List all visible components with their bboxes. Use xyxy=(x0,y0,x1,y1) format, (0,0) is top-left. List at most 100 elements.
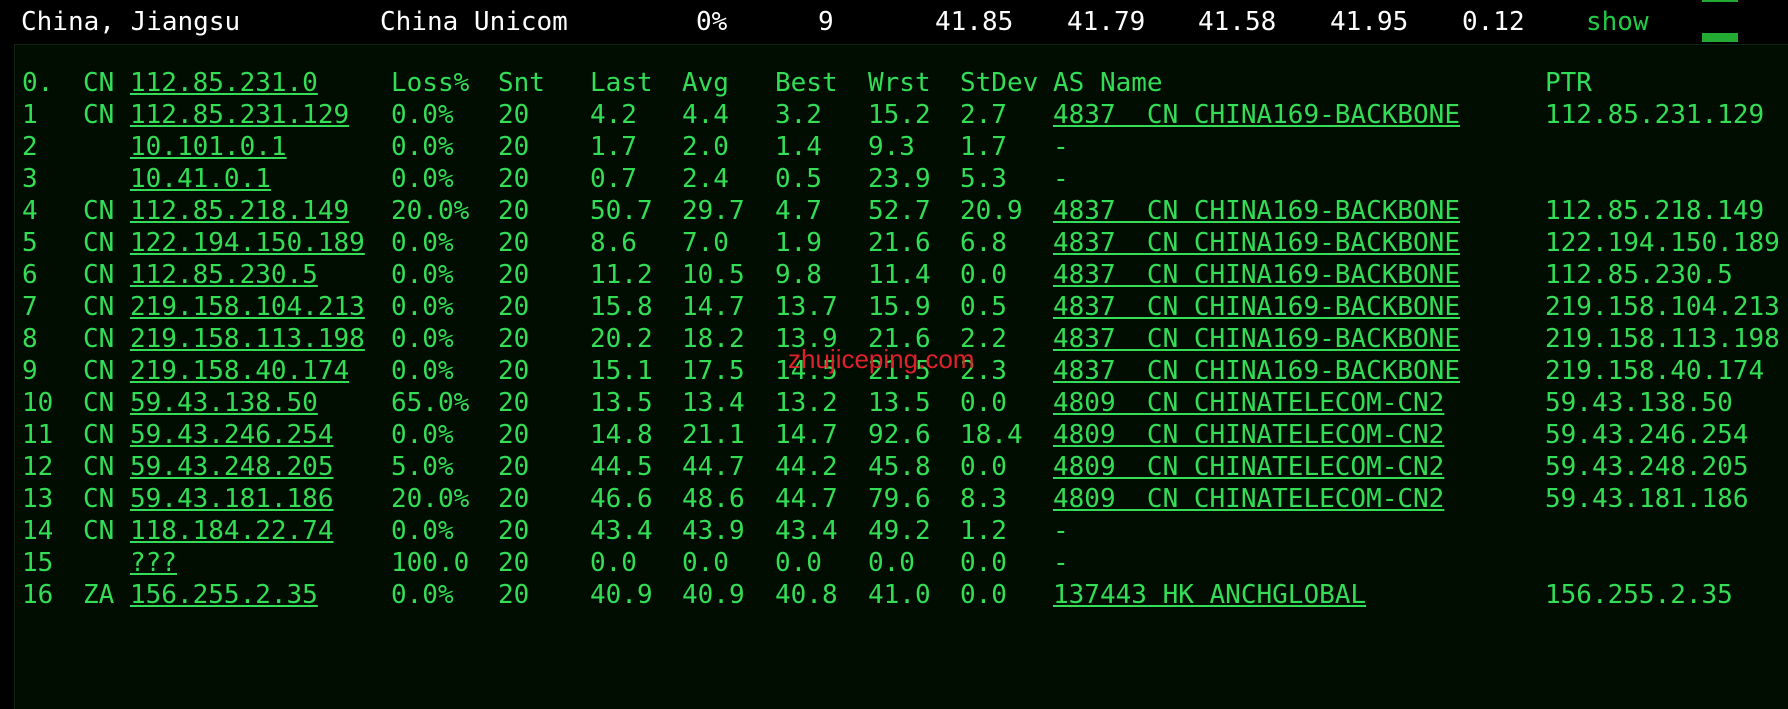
stdev-ms: 2.2 xyxy=(960,324,1007,354)
ptr-record: 112.85.218.149 xyxy=(1545,196,1765,226)
country-code: CN xyxy=(83,356,115,386)
hop-number: 6 xyxy=(22,260,38,290)
loss-percent: 0.0% xyxy=(391,580,454,610)
as-name[interactable]: 4837 CN CHINA169-BACKBONE xyxy=(1053,97,1460,133)
hop-number: 16 xyxy=(22,580,54,610)
as-name[interactable]: 4809 CN CHINATELECOM-CN2 xyxy=(1053,449,1444,485)
last-ms: 8.6 xyxy=(590,228,637,258)
host-link[interactable]: 219.158.104.213 xyxy=(130,289,365,325)
as-name[interactable]: 4837 CN CHINA169-BACKBONE xyxy=(1053,193,1460,229)
host-link[interactable]: 118.184.22.74 xyxy=(130,513,334,549)
host-link[interactable]: 112.85.218.149 xyxy=(130,193,349,229)
as-name[interactable]: 4809 CN CHINATELECOM-CN2 xyxy=(1053,417,1444,453)
sent-count: 20 xyxy=(498,548,530,578)
as-name[interactable]: 4837 CN CHINA169-BACKBONE xyxy=(1053,353,1460,389)
host-link[interactable]: 219.158.40.174 xyxy=(130,353,349,389)
stdev-ms: 2.3 xyxy=(960,356,1007,386)
host-link[interactable]: 10.41.0.1 xyxy=(130,161,271,197)
sent-count: 20 xyxy=(498,356,530,386)
stdev-ms: 5.3 xyxy=(960,164,1007,194)
as-name[interactable]: 4809 CN CHINATELECOM-CN2 xyxy=(1053,385,1444,421)
host-link[interactable]: 156.255.2.35 xyxy=(130,577,318,613)
stdev-ms: 20.9 xyxy=(960,196,1023,226)
mtr-terminal: 0. CN 112.85.231.0 Loss% Snt Last Avg Be… xyxy=(14,44,1788,709)
avg-ms: 13.4 xyxy=(682,388,745,418)
hop-row: 12 CN 59.43.248.205 5.0% 20 44.5 44.7 44.2 45.8 0… xyxy=(15,449,1788,485)
as-name[interactable]: 137443 HK ANCHGLOBAL xyxy=(1053,577,1366,613)
avg-ms: 44.7 xyxy=(682,452,745,482)
stdev-ms: 0.0 xyxy=(960,548,1007,578)
stdev-ms: 0.0 xyxy=(960,580,1007,610)
summary-location: China, Jiangsu xyxy=(21,7,241,37)
host-link[interactable]: 112.85.231.129 xyxy=(130,97,349,133)
col-loss: Loss% xyxy=(391,68,470,98)
hop-row: 11 CN 59.43.246.254 0.0% 20 14.8 21.1 14.7 92.6 1… xyxy=(15,417,1788,453)
stdev-ms: 0.0 xyxy=(960,388,1007,418)
host-link[interactable]: 59.43.181.186 xyxy=(130,481,334,517)
host-link[interactable]: 122.194.150.189 xyxy=(130,225,365,261)
as-name: - xyxy=(1053,132,1069,162)
loss-percent: 0.0% xyxy=(391,228,454,258)
loss-percent: 100.0 xyxy=(391,548,470,578)
col-cc: CN xyxy=(83,68,115,98)
country-code: CN xyxy=(83,260,115,290)
ptr-record: 112.85.231.129 xyxy=(1545,100,1765,130)
last-ms: 14.8 xyxy=(590,420,653,450)
avg-ms: 14.7 xyxy=(682,292,745,322)
hop-number: 5 xyxy=(22,228,38,258)
last-ms: 4.2 xyxy=(590,100,637,130)
stdev-ms: 0.0 xyxy=(960,260,1007,290)
hop-number: 15 xyxy=(22,548,54,578)
last-ms: 20.2 xyxy=(590,324,653,354)
country-code: CN xyxy=(83,484,115,514)
hop-number: 2 xyxy=(22,132,38,162)
host-link[interactable]: 59.43.246.254 xyxy=(130,417,334,453)
country-code: CN xyxy=(83,292,115,322)
loss-percent: 20.0% xyxy=(391,484,470,514)
hop-number: 13 xyxy=(22,484,54,514)
worst-ms: 45.8 xyxy=(868,452,931,482)
country-code: CN xyxy=(83,228,115,258)
hop-row: 16 ZA 156.255.2.35 0.0% 20 40.9 40.9 40.8 41.0 0.… xyxy=(15,577,1788,613)
best-ms: 40.8 xyxy=(775,580,838,610)
host-link[interactable]: 112.85.230.5 xyxy=(130,257,318,293)
last-ms: 40.9 xyxy=(590,580,653,610)
last-ms: 0.0 xyxy=(590,548,637,578)
loss-percent: 5.0% xyxy=(391,452,454,482)
sent-count: 20 xyxy=(498,388,530,418)
loss-percent: 0.0% xyxy=(391,100,454,130)
loss-percent: 0.0% xyxy=(391,260,454,290)
host-link[interactable]: 219.158.113.198 xyxy=(130,321,365,357)
col-host-link[interactable]: 112.85.231.0 xyxy=(130,65,318,101)
show-button[interactable]: show xyxy=(1586,0,1649,44)
worst-ms: 23.9 xyxy=(868,164,931,194)
as-name[interactable]: 4837 CN CHINA169-BACKBONE xyxy=(1053,257,1460,293)
stdev-ms: 6.8 xyxy=(960,228,1007,258)
as-name[interactable]: 4837 CN CHINA169-BACKBONE xyxy=(1053,289,1460,325)
hop-row: 10 CN 59.43.138.50 65.0% 20 13.5 13.4 13.2 13.5 0… xyxy=(15,385,1788,421)
avg-ms: 21.1 xyxy=(682,420,745,450)
host-link[interactable]: ??? xyxy=(130,545,177,581)
sent-count: 20 xyxy=(498,516,530,546)
loss-percent: 0.0% xyxy=(391,132,454,162)
sent-count: 20 xyxy=(498,196,530,226)
status-bar-bottom xyxy=(1702,33,1738,42)
host-link[interactable]: 59.43.138.50 xyxy=(130,385,318,421)
last-ms: 15.8 xyxy=(590,292,653,322)
as-name[interactable]: 4837 CN CHINA169-BACKBONE xyxy=(1053,321,1460,357)
sent-count: 20 xyxy=(498,100,530,130)
as-name[interactable]: 4837 CN CHINA169-BACKBONE xyxy=(1053,225,1460,261)
last-ms: 1.7 xyxy=(590,132,637,162)
country-code: CN xyxy=(83,196,115,226)
country-code: CN xyxy=(83,100,115,130)
as-name[interactable]: 4809 CN CHINATELECOM-CN2 xyxy=(1053,481,1444,517)
host-link[interactable]: 59.43.248.205 xyxy=(130,449,334,485)
stdev-ms: 2.7 xyxy=(960,100,1007,130)
loss-percent: 0.0% xyxy=(391,164,454,194)
stdev-ms: 0.5 xyxy=(960,292,1007,322)
status-bar-top xyxy=(1702,0,1738,2)
avg-ms: 2.4 xyxy=(682,164,729,194)
country-code: CN xyxy=(83,452,115,482)
loss-percent: 20.0% xyxy=(391,196,470,226)
host-link[interactable]: 10.101.0.1 xyxy=(130,129,287,165)
